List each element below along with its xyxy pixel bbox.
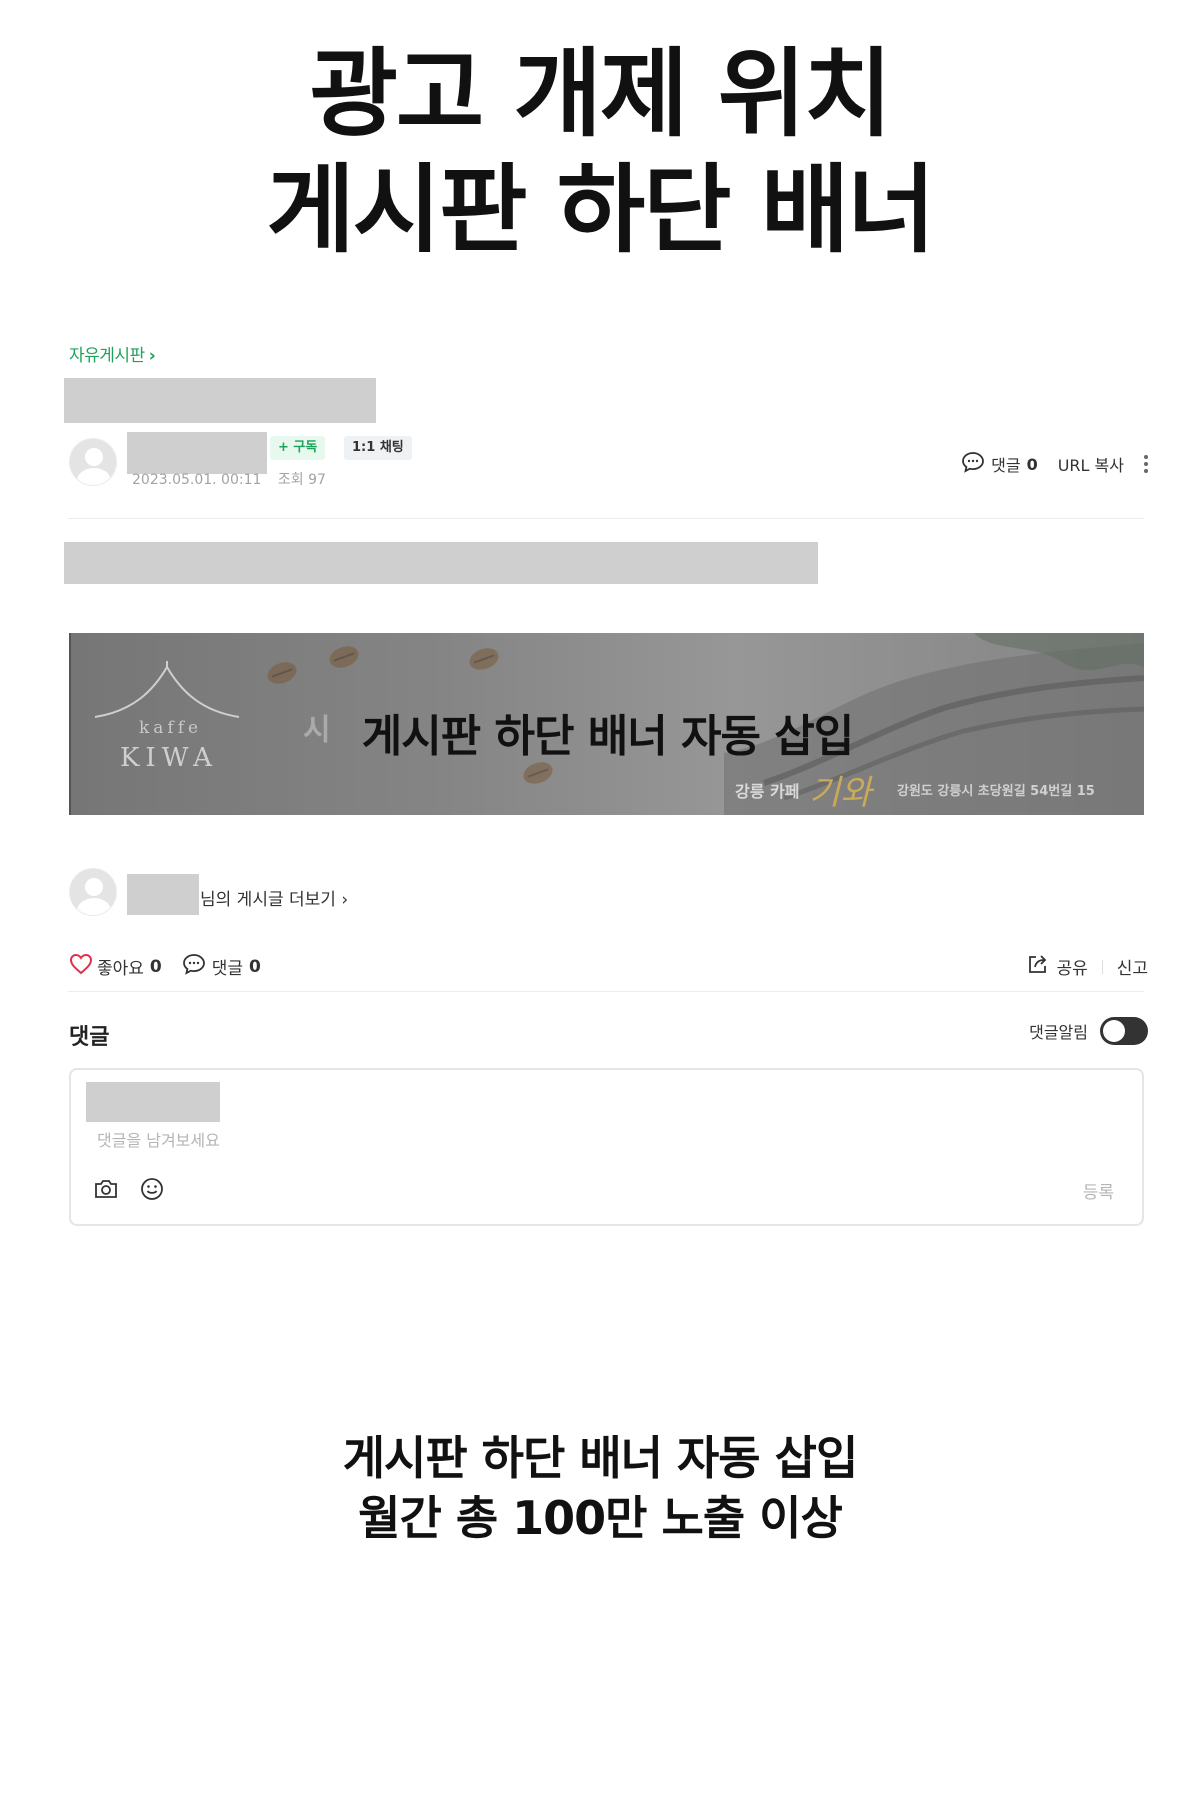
post-date: 2023.05.01. 00:11 bbox=[132, 472, 262, 488]
post-meta: 2023.05.01. 00:11 조회 97 bbox=[132, 469, 326, 489]
banner-overlay-text: 게시판 하단 배너 자동 삽입 bbox=[361, 711, 855, 762]
comment-submit-button[interactable]: 등록 bbox=[1083, 1178, 1114, 1203]
post-comment-label: 댓글 bbox=[991, 456, 1021, 475]
comment-input[interactable]: 댓글을 남겨보세요 bbox=[97, 1127, 220, 1151]
post-title-redacted bbox=[64, 378, 376, 423]
author-name-redacted[interactable] bbox=[127, 874, 199, 915]
like-count: 0 bbox=[149, 956, 162, 977]
breadcrumb[interactable]: 자유게시판 › bbox=[69, 341, 156, 366]
author-name-redacted[interactable] bbox=[127, 432, 267, 474]
hero-title-line1: 광고 개제 위치 bbox=[309, 38, 893, 150]
reaction-bar: 좋아요 0 댓글 0 bbox=[69, 953, 281, 980]
post-views: 조회 97 bbox=[277, 472, 326, 488]
comment-alarm: 댓글알림 bbox=[1029, 1017, 1148, 1045]
divider bbox=[68, 991, 1144, 992]
footer-text: 게시판 하단 배너 자동 삽입 월간 총 100만 노출 이상 bbox=[0, 1428, 1200, 1548]
share-button[interactable]: 공유 bbox=[1056, 954, 1087, 979]
comment-bubble-icon bbox=[182, 953, 206, 980]
banner-cafe-name: 기와 bbox=[809, 773, 872, 813]
comment-tools bbox=[93, 1176, 185, 1202]
report-button[interactable]: 신고 bbox=[1117, 954, 1148, 979]
footer-line1: 게시판 하단 배너 자동 삽입 bbox=[342, 1431, 859, 1485]
banner-cafe-label: 강릉 카페 bbox=[735, 782, 800, 801]
url-copy-button[interactable]: URL 복사 bbox=[1058, 452, 1124, 476]
camera-icon[interactable] bbox=[93, 1177, 119, 1201]
chat-button[interactable]: 1:1 채팅 bbox=[344, 436, 412, 460]
comment-alarm-toggle[interactable] bbox=[1100, 1017, 1148, 1045]
share-row: 공유 신고 bbox=[1026, 953, 1148, 980]
coffee-bean-image bbox=[466, 644, 502, 674]
divider bbox=[68, 518, 1144, 519]
comment-box[interactable]: 댓글을 남겨보세요 등록 bbox=[69, 1068, 1144, 1226]
subscribe-button[interactable]: + 구독 bbox=[270, 436, 326, 460]
post-actions: 댓글 0 URL 복사 bbox=[941, 451, 1148, 477]
hero-title: 광고 개제 위치 게시판 하단 배너 bbox=[0, 36, 1200, 268]
comment-count: 0 bbox=[249, 956, 261, 977]
smile-icon[interactable] bbox=[139, 1176, 165, 1202]
author-avatar[interactable] bbox=[69, 438, 117, 486]
heart-icon bbox=[69, 953, 93, 980]
footer-line2: 월간 총 100만 노출 이상 bbox=[358, 1491, 843, 1545]
post-comment-link[interactable]: 댓글 0 bbox=[961, 451, 1038, 477]
breadcrumb-board-link[interactable]: 자유게시판 bbox=[69, 346, 145, 366]
author-avatar[interactable] bbox=[69, 868, 117, 916]
comment-alarm-label: 댓글알림 bbox=[1029, 1023, 1088, 1042]
post-body-redacted bbox=[64, 542, 818, 584]
share-icon[interactable] bbox=[1026, 953, 1050, 980]
coffee-bean-image bbox=[264, 658, 300, 688]
commenter-name-redacted bbox=[86, 1082, 220, 1122]
divider bbox=[1101, 959, 1103, 974]
comments-title: 댓글 bbox=[69, 1025, 110, 1050]
hero-title-line2: 게시판 하단 배너 bbox=[266, 154, 935, 266]
comment-button[interactable]: 댓글 0 bbox=[182, 953, 261, 980]
like-label: 좋아요 bbox=[97, 959, 144, 979]
author-more-posts-link[interactable]: 님의 게시글 더보기 › bbox=[200, 885, 348, 910]
comment-label: 댓글 bbox=[211, 959, 244, 979]
comment-bubble-icon bbox=[961, 451, 985, 477]
banner-address: 강원도 강릉시 초당원길 54번길 15 bbox=[897, 784, 1095, 799]
post-comment-count: 0 bbox=[1026, 454, 1038, 474]
chevron-right-icon: › bbox=[148, 346, 156, 366]
ad-banner[interactable]: kaffe KIWA 시 게시판 하단 배너 자동 삽입 강릉 카페 기와 강원… bbox=[69, 633, 1144, 815]
like-button[interactable]: 좋아요 0 bbox=[69, 953, 162, 980]
coffee-bean-image bbox=[326, 642, 362, 672]
kebab-icon[interactable] bbox=[1144, 455, 1148, 473]
